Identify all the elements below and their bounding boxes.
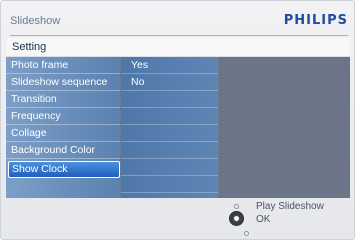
header: Slideshow PHILIPS: [10, 13, 348, 31]
menu-item-transition[interactable]: Transition: [6, 91, 120, 108]
option-label: Yes: [131, 59, 149, 71]
menu-item-photo-frame[interactable]: Photo frame: [6, 57, 120, 74]
brand-logo: PHILIPS: [283, 13, 348, 28]
menu-item-label: Show Clock: [12, 163, 68, 175]
option-no[interactable]: No: [121, 74, 218, 91]
preview-panel: [219, 57, 350, 198]
play-slideshow-hint: Play Slideshow: [256, 201, 324, 212]
option-label: No: [131, 76, 145, 88]
option-empty: [121, 142, 218, 159]
menu-item-label: Transition: [11, 93, 57, 105]
option-empty: [121, 176, 218, 193]
menu-item-background-color[interactable]: Background Color: [6, 142, 120, 159]
section-title: Setting: [12, 41, 47, 53]
menu-item-label: Collage: [11, 127, 47, 139]
option-empty: [121, 159, 218, 176]
ok-hint: OK: [256, 214, 271, 225]
options-column: Yes No: [121, 57, 218, 198]
screen-title: Slideshow: [10, 15, 61, 27]
menu-item-label: Background Color: [11, 144, 96, 156]
option-empty: [121, 125, 218, 142]
menu-items-column: Photo frame Slideshow sequence Transitio…: [6, 57, 120, 198]
section-bar: Setting: [6, 38, 350, 57]
menu-item-frequency[interactable]: Frequency: [6, 108, 120, 125]
play-dot-icon: [234, 204, 239, 209]
option-yes[interactable]: Yes: [121, 57, 218, 74]
menu-item-label: Slideshow sequence: [11, 76, 108, 88]
option-empty: [121, 91, 218, 108]
menu-item-show-clock[interactable]: Show Clock: [8, 161, 120, 178]
menu-item-slideshow-sequence[interactable]: Slideshow sequence: [6, 74, 120, 91]
header-divider: [10, 35, 348, 36]
menu-item-collage[interactable]: Collage: [6, 125, 120, 142]
settings-menu: Photo frame Slideshow sequence Transitio…: [6, 57, 350, 198]
photo-frame-screen: Slideshow PHILIPS Setting Photo frame Sl…: [0, 0, 355, 240]
footer-hints: Play Slideshow OK: [6, 198, 350, 238]
option-empty: [121, 108, 218, 125]
ok-button-icon[interactable]: [229, 211, 244, 226]
menu-item-label: Frequency: [11, 110, 61, 122]
menu-item-label: Photo frame: [11, 59, 69, 71]
nav-dot-icon: [244, 231, 249, 236]
